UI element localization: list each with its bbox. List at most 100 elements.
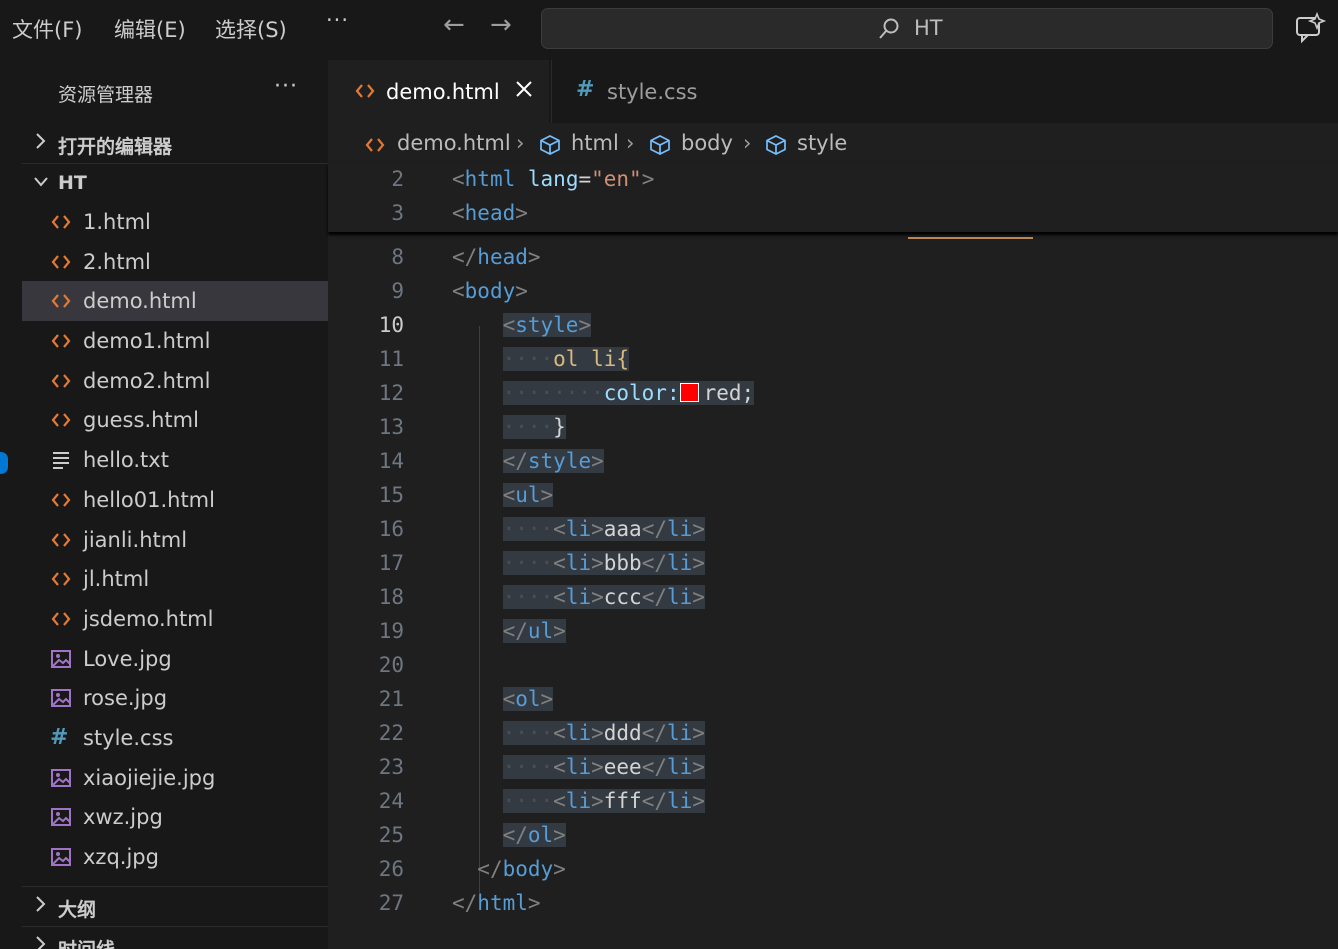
code-line[interactable]: 3 <head> <box>328 197 1338 231</box>
breadcrumb-style[interactable]: style <box>797 131 847 155</box>
file-item[interactable]: demo1.html <box>22 321 328 361</box>
command-center-search[interactable]: HT <box>541 8 1273 49</box>
copilot-sparkle-icon[interactable] <box>1293 12 1327 46</box>
code-line[interactable]: 26 </body> <box>328 853 1338 887</box>
file-name: hello01.html <box>83 487 215 512</box>
li-text: ddd <box>603 721 642 745</box>
tag-name: li <box>565 789 592 813</box>
hidden-line-fragment <box>908 237 1033 239</box>
menu-select[interactable]: 选择(S) <box>215 14 287 44</box>
file-item[interactable]: demo.html <box>22 281 328 322</box>
file-item[interactable]: jsdemo.html <box>22 599 328 639</box>
section-folder-ht[interactable]: HT <box>22 163 328 202</box>
code-line[interactable]: 11 ····ol li{ <box>328 343 1338 377</box>
breadcrumb-body[interactable]: body <box>681 131 733 155</box>
code-line[interactable]: 12 ········color: red; <box>328 377 1338 411</box>
code-line[interactable]: 2 <html lang="en"> <box>328 163 1338 197</box>
html-icon <box>50 211 72 233</box>
file-name: xwz.jpg <box>83 805 163 830</box>
code-line[interactable]: 21 <ol> <box>328 683 1338 717</box>
explorer-more-actions[interactable]: ··· <box>274 74 298 99</box>
tag-name: li <box>667 585 693 609</box>
breadcrumb-html[interactable]: html <box>571 131 619 155</box>
file-item[interactable]: hello.txt <box>22 440 328 480</box>
tag-name: li <box>565 721 592 745</box>
code-line[interactable]: 8 </head> <box>328 241 1338 275</box>
code-line[interactable]: 20 <box>328 649 1338 683</box>
section-open-editors[interactable]: 打开的编辑器 <box>22 124 328 162</box>
line-number: 13 <box>378 415 404 439</box>
close-icon[interactable] <box>514 79 534 99</box>
image-icon <box>50 767 72 789</box>
tag-name: html <box>464 167 516 191</box>
code-line[interactable]: 9 <body> <box>328 275 1338 309</box>
chevron-down-icon <box>34 177 48 187</box>
back-arrow-icon[interactable]: ← <box>443 10 465 40</box>
code-line[interactable]: 18 ····<li>ccc</li> <box>328 581 1338 615</box>
line-number: 17 <box>378 551 404 575</box>
file-name: demo.html <box>83 289 197 314</box>
file-item[interactable]: jianli.html <box>22 520 328 560</box>
section-label: 打开的编辑器 <box>58 136 173 158</box>
css-brace: } <box>553 415 566 439</box>
code-line[interactable]: 15 <ul> <box>328 479 1338 513</box>
chevron-right-icon <box>36 936 46 949</box>
explorer-sidebar: 资源管理器 ··· 打开的编辑器 HT 1.html 2.html demo.htm… <box>22 60 328 949</box>
css-property: color: <box>603 381 680 405</box>
file-item[interactable]: rose.jpg <box>22 678 328 718</box>
tag-name: li <box>565 585 592 609</box>
code-line[interactable]: 16 ····<li>aaa</li> <box>328 513 1338 547</box>
forward-arrow-icon[interactable]: → <box>490 10 512 40</box>
code-line[interactable]: 23 ····<li>eee</li> <box>328 751 1338 785</box>
cube-symbol-icon <box>766 135 786 155</box>
tab-style-css[interactable]: # style.css <box>551 60 765 123</box>
image-icon <box>50 648 72 670</box>
file-name: guess.html <box>83 408 199 433</box>
tag-name: li <box>667 517 693 541</box>
menu-more[interactable]: ··· <box>326 8 349 32</box>
file-item[interactable]: jl.html <box>22 559 328 599</box>
file-item[interactable]: demo2.html <box>22 361 328 401</box>
code-line[interactable]: 19 </ul> <box>328 615 1338 649</box>
file-item[interactable]: # style.css <box>22 718 328 758</box>
file-item[interactable]: guess.html <box>22 400 328 440</box>
menu-file[interactable]: 文件(F) <box>12 14 82 44</box>
code-line[interactable]: 17 ····<li>bbb</li> <box>328 547 1338 581</box>
file-item[interactable]: xwz.jpg <box>22 797 328 837</box>
code-line[interactable]: 24 ····<li>fff</li> <box>328 785 1338 819</box>
file-item[interactable]: 2.html <box>22 242 328 282</box>
breadcrumb-file[interactable]: demo.html <box>397 131 511 155</box>
line-number: 15 <box>378 483 404 507</box>
code-line[interactable]: 22 ····<li>ddd</li> <box>328 717 1338 751</box>
file-item[interactable]: Love.jpg <box>22 639 328 679</box>
line-number: 27 <box>378 891 404 915</box>
color-swatch-icon[interactable] <box>679 383 699 402</box>
code-line[interactable]: 14 </style> <box>328 445 1338 479</box>
file-name: hello.txt <box>83 448 169 473</box>
li-text: ccc <box>603 585 642 609</box>
file-item[interactable]: xiaojiejie.jpg <box>22 758 328 798</box>
tag-name: body <box>502 857 554 881</box>
menu-edit[interactable]: 编辑(E) <box>114 14 186 44</box>
code-line[interactable]: 13 ····} <box>328 411 1338 445</box>
breadcrumb-separator-icon: › <box>626 131 635 155</box>
chevron-right-icon <box>36 133 46 149</box>
section-outline[interactable]: 大纲 <box>22 886 328 925</box>
tab-label: demo.html <box>386 80 500 104</box>
code-line-current[interactable]: 10 <style> <box>328 309 1338 343</box>
section-timeline[interactable]: 时间线 <box>22 926 328 949</box>
file-name: 1.html <box>83 210 151 234</box>
code-line[interactable]: 25 </ol> <box>328 819 1338 853</box>
code-line[interactable]: 27 </html> <box>328 887 1338 921</box>
file-item[interactable]: 1.html <box>22 202 328 242</box>
line-number: 16 <box>378 517 404 541</box>
file-item[interactable]: xzq.jpg <box>22 837 328 877</box>
image-icon <box>50 687 72 709</box>
code-editor[interactable]: 2 <html lang="en"> 3 <head> 8 </head> 9 … <box>328 163 1338 949</box>
breadcrumb-separator-icon: › <box>516 131 525 155</box>
file-item[interactable]: hello01.html <box>22 480 328 520</box>
html-icon <box>365 138 385 152</box>
tab-demo-html[interactable]: demo.html <box>328 60 549 123</box>
tag-name: html <box>477 891 528 915</box>
notification-badge-icon[interactable] <box>0 452 8 474</box>
